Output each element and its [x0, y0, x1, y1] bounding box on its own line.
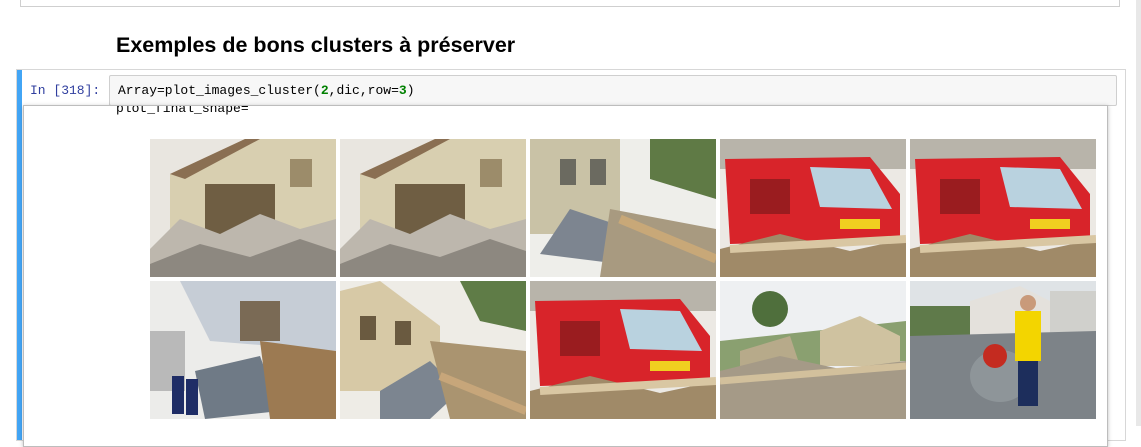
code-prefix: Array=plot_images_cluster(	[118, 83, 321, 98]
red-fire-truck-debris-photo-2	[910, 139, 1096, 277]
village-debris-pile-photo	[720, 281, 906, 419]
code-middle: ,dic,row=	[328, 83, 399, 98]
code-line: Array=plot_images_cluster(2,dic,row=3)	[118, 83, 415, 98]
collapsed-house-photo-duplicate	[340, 139, 526, 277]
rescue-worker-flooded-street-photo	[910, 281, 1096, 419]
code-suffix: )	[406, 83, 415, 98]
code-cell[interactable]: In [318]: Array=plot_images_cluster(2,di…	[16, 69, 1126, 447]
collapsed-house-photo	[150, 139, 336, 277]
notebook-margin	[1136, 0, 1141, 426]
code-number-cluster: 2	[320, 83, 329, 98]
selected-cell-indicator	[17, 70, 22, 440]
section-heading: Exemples de bons clusters à préserver	[116, 33, 516, 57]
house-crushed-car-photo	[150, 281, 336, 419]
code-number-row: 3	[398, 83, 407, 98]
red-fire-truck-debris-photo	[720, 139, 906, 277]
wrecked-car-street-photo	[530, 139, 716, 277]
output-area[interactable]: plot_final_shape=	[23, 105, 1108, 447]
input-prompt: In [318]:	[30, 83, 101, 98]
damaged-house-debris-photo	[340, 281, 526, 419]
previous-cell-bottom	[20, 0, 1120, 7]
code-input-area[interactable]: Array=plot_images_cluster(2,dic,row=3)	[109, 75, 1117, 106]
red-fire-truck-logs-photo	[530, 281, 716, 419]
stdout-text: plot_final_shape=	[116, 105, 249, 116]
